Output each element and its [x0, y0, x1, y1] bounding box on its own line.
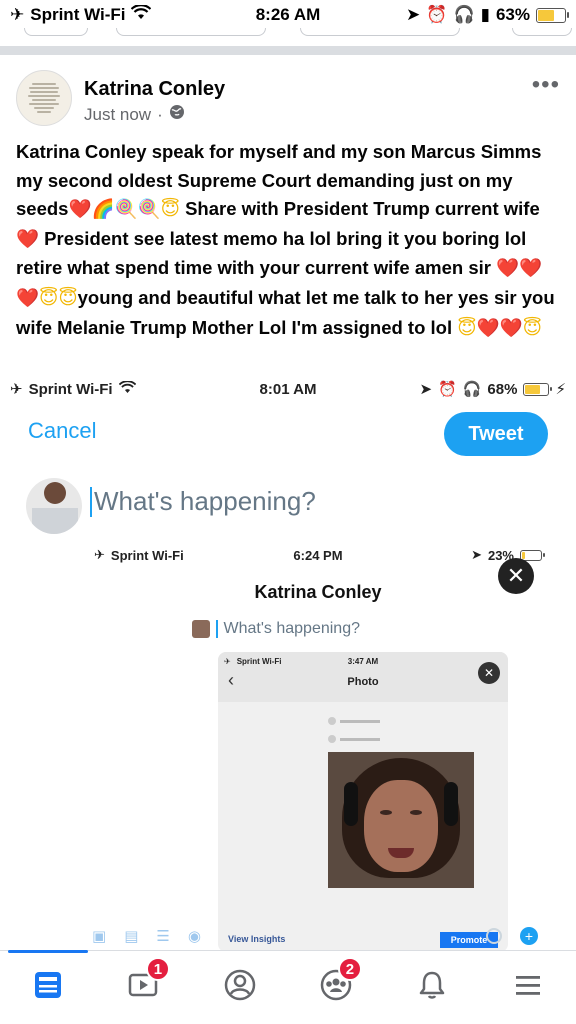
location-arrow-icon: ➤ [419, 381, 433, 398]
carrier-label: Sprint Wi-Fi [30, 5, 126, 24]
add-thread-button[interactable]: + [520, 927, 538, 945]
battery-percent: 68% [487, 380, 518, 398]
mini-avatar [192, 620, 210, 638]
groups-badge: 2 [337, 957, 362, 981]
lollipop-emoji: 🍭 [114, 199, 138, 221]
cancel-button[interactable]: Cancel [28, 418, 96, 444]
previous-card-edge [0, 28, 576, 36]
battery-fill [538, 9, 554, 21]
alarm-icon: ⏰ [438, 381, 457, 398]
nested-status-bar: ✈ Sprint Wi-Fi 6:24 PM ➤ 23% [88, 544, 548, 566]
carrier-label: Sprint Wi-Fi [28, 380, 113, 398]
nav-profile[interactable] [192, 951, 288, 1024]
alarm-icon: ⏰ [426, 5, 448, 24]
text-cursor [90, 486, 92, 517]
heart-emoji: ❤️ [16, 287, 40, 309]
wifi-icon [131, 4, 152, 25]
heart-emoji: ❤️ [519, 258, 543, 280]
inner-status-bar: ✈ Sprint Wi-Fi 3:47 AM [218, 654, 508, 668]
angel-emoji: 😇 [160, 199, 180, 221]
post-image[interactable]: ✈ Sprint Wi-Fi 8:01 AM ➤ ⏰ 🎧 68% ⚡ Cance… [0, 372, 576, 952]
heart-emoji: ❤️ [476, 317, 500, 339]
airplane-icon: ✈ [224, 656, 231, 666]
post-options-button[interactable]: ••• [532, 73, 560, 97]
compose-input[interactable]: What's happening? [90, 486, 316, 517]
inner-title: Photo [347, 676, 379, 688]
avatar-poem-image [27, 81, 61, 115]
hamburger-menu-icon [510, 967, 546, 1008]
angel-emoji: 😇 [457, 317, 477, 339]
globe-icon [169, 104, 185, 125]
status-bar: ✈ Sprint Wi-Fi 8:26 AM ➤ ⏰ 🎧 ▮ 63% [0, 0, 576, 30]
nav-groups[interactable]: 2 [288, 951, 384, 1024]
post-author-name[interactable]: Katrina Conley [84, 78, 225, 101]
airplane-icon: ✈ [94, 547, 105, 562]
carrier-label: Sprint Wi-Fi [236, 656, 282, 666]
embedded-status-bar: ✈ Sprint Wi-Fi 8:01 AM ➤ ⏰ 🎧 68% ⚡ [0, 376, 576, 402]
bell-icon [414, 967, 450, 1008]
list-item [328, 730, 498, 748]
carrier-label: Sprint Wi-Fi [110, 547, 184, 563]
feed-separator [0, 46, 576, 55]
nav-menu[interactable] [480, 951, 576, 1024]
watch-badge: 1 [145, 957, 170, 981]
angel-emoji: 😇 [58, 287, 78, 309]
angel-emoji: 😇 [39, 287, 59, 309]
heart-emoji: ❤️ [16, 228, 40, 250]
post-text-part-3: President see latest memo ha lol bring i… [16, 227, 527, 279]
close-icon: ✕ [478, 662, 500, 684]
profile-icon [222, 967, 258, 1008]
inner-list [328, 712, 498, 748]
character-count-circle [486, 928, 502, 944]
wifi-icon [118, 379, 136, 398]
heart-emoji: ❤️ [496, 258, 520, 280]
location-arrow-icon: ➤ [406, 5, 421, 24]
nested-compose: What's happening? [192, 620, 360, 638]
heart-emoji: ❤️ [499, 317, 523, 339]
post-text-part-2: Share with President Trump current wife [179, 198, 540, 220]
airplane-icon: ✈ [10, 381, 23, 398]
heart-emoji: ❤️ [68, 199, 92, 221]
list-item [328, 712, 498, 730]
battery-icon [523, 382, 553, 396]
post-body: Katrina Conley speak for myself and my s… [16, 138, 564, 343]
inner-screenshot: ✈ Sprint Wi-Fi 3:47 AM ‹ Photo ✕ View In… [218, 652, 508, 952]
poll-icon[interactable]: ☰ [156, 927, 169, 945]
battery-fill [525, 384, 540, 394]
charging-icon: ⚡ [555, 381, 566, 398]
post-meta: Just now · [84, 104, 185, 125]
airplane-icon: ✈ [10, 5, 25, 24]
signal-icon: ▮ [480, 5, 490, 24]
nav-notifications[interactable] [384, 951, 480, 1024]
attached-screenshot: ✈ Sprint Wi-Fi 6:24 PM ➤ 23% ✕ Katrina C… [88, 542, 548, 952]
composer-avatar [26, 478, 82, 534]
nav-home[interactable] [0, 950, 96, 1024]
rainbow-emoji: 🌈 [91, 199, 115, 221]
tweet-button[interactable]: Tweet [444, 412, 548, 456]
nav-watch[interactable]: 1 [96, 951, 192, 1024]
selfie-photo [328, 752, 474, 888]
lollipop-emoji: 🍭 [137, 199, 161, 221]
battery-icon [536, 7, 569, 23]
headphones-icon: 🎧 [453, 5, 475, 24]
location-pin-icon[interactable]: ◉ [188, 927, 201, 945]
nested-title: Katrina Conley [254, 582, 382, 602]
news-feed-icon [30, 967, 66, 1008]
headphones-icon: 🎧 [462, 381, 482, 398]
angel-emoji: 😇 [522, 317, 542, 339]
compose-toolbar: ▣ ▤ ☰ ◉ + [0, 924, 576, 948]
author-avatar[interactable] [16, 70, 72, 126]
post-timestamp[interactable]: Just now [84, 105, 151, 125]
location-arrow-icon: ➤ [471, 547, 482, 562]
mentioned-name[interactable]: Katrina Conley [16, 141, 147, 162]
compose-placeholder: What's happening? [94, 486, 316, 516]
battery-fill [522, 551, 525, 559]
nested-compose-placeholder: What's happening? [223, 620, 360, 637]
image-icon[interactable]: ▣ [92, 927, 106, 945]
gif-icon[interactable]: ▤ [124, 927, 138, 945]
battery-percent: 63% [495, 5, 530, 24]
bottom-navigation: 1 2 [0, 950, 576, 1024]
